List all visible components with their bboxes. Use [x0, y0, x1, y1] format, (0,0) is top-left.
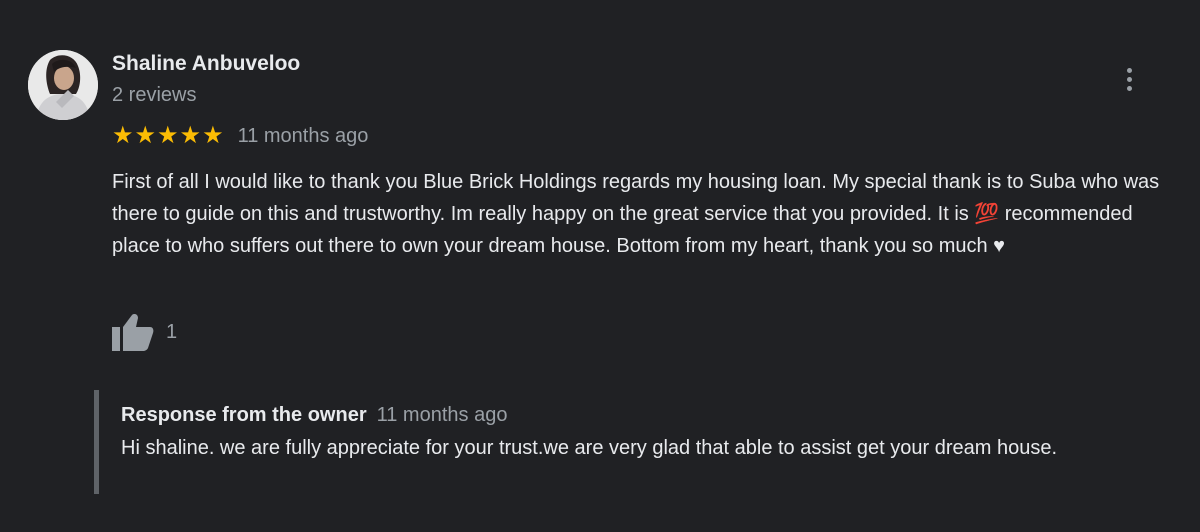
reviewer-review-count[interactable]: 2 reviews [112, 84, 196, 107]
reviewer-avatar[interactable] [28, 50, 98, 120]
like-button[interactable] [112, 313, 154, 351]
review-text: First of all I would like to thank you B… [112, 171, 1160, 257]
profile-photo-icon [28, 50, 98, 120]
owner-response: Response from the owner 11 months ago Hi… [94, 390, 1159, 494]
star-rating: ★ ★ ★ ★ ★ [112, 124, 224, 148]
review-card: Shaline Anbuveloo 2 reviews ★ ★ ★ ★ ★ 11… [0, 0, 1200, 532]
star-icon: ★ [202, 122, 224, 149]
star-icon: ★ [112, 122, 134, 149]
reviewer-name[interactable]: Shaline Anbuveloo [112, 52, 300, 76]
more-vert-icon-dot [1126, 85, 1132, 91]
more-vert-icon-dot [1126, 76, 1132, 82]
rating-row: ★ ★ ★ ★ ★ 11 months ago [112, 122, 368, 150]
star-icon: ★ [179, 122, 202, 149]
review-date: 11 months ago [237, 124, 369, 147]
more-vert-icon [1126, 67, 1132, 73]
owner-response-date: 11 months ago [376, 404, 508, 426]
thumbs-up-icon [112, 314, 154, 351]
like-count: 1 [166, 320, 178, 343]
owner-response-label: Response from the owner [121, 404, 367, 426]
like-row: 1 [112, 312, 177, 352]
owner-response-header: Response from the owner 11 months ago [121, 404, 507, 427]
owner-response-text: Hi shaline. we are fully appreciate for … [121, 437, 1058, 459]
more-options-button[interactable] [1114, 62, 1144, 96]
star-icon: ★ [157, 122, 179, 149]
star-icon: ★ [134, 122, 157, 149]
